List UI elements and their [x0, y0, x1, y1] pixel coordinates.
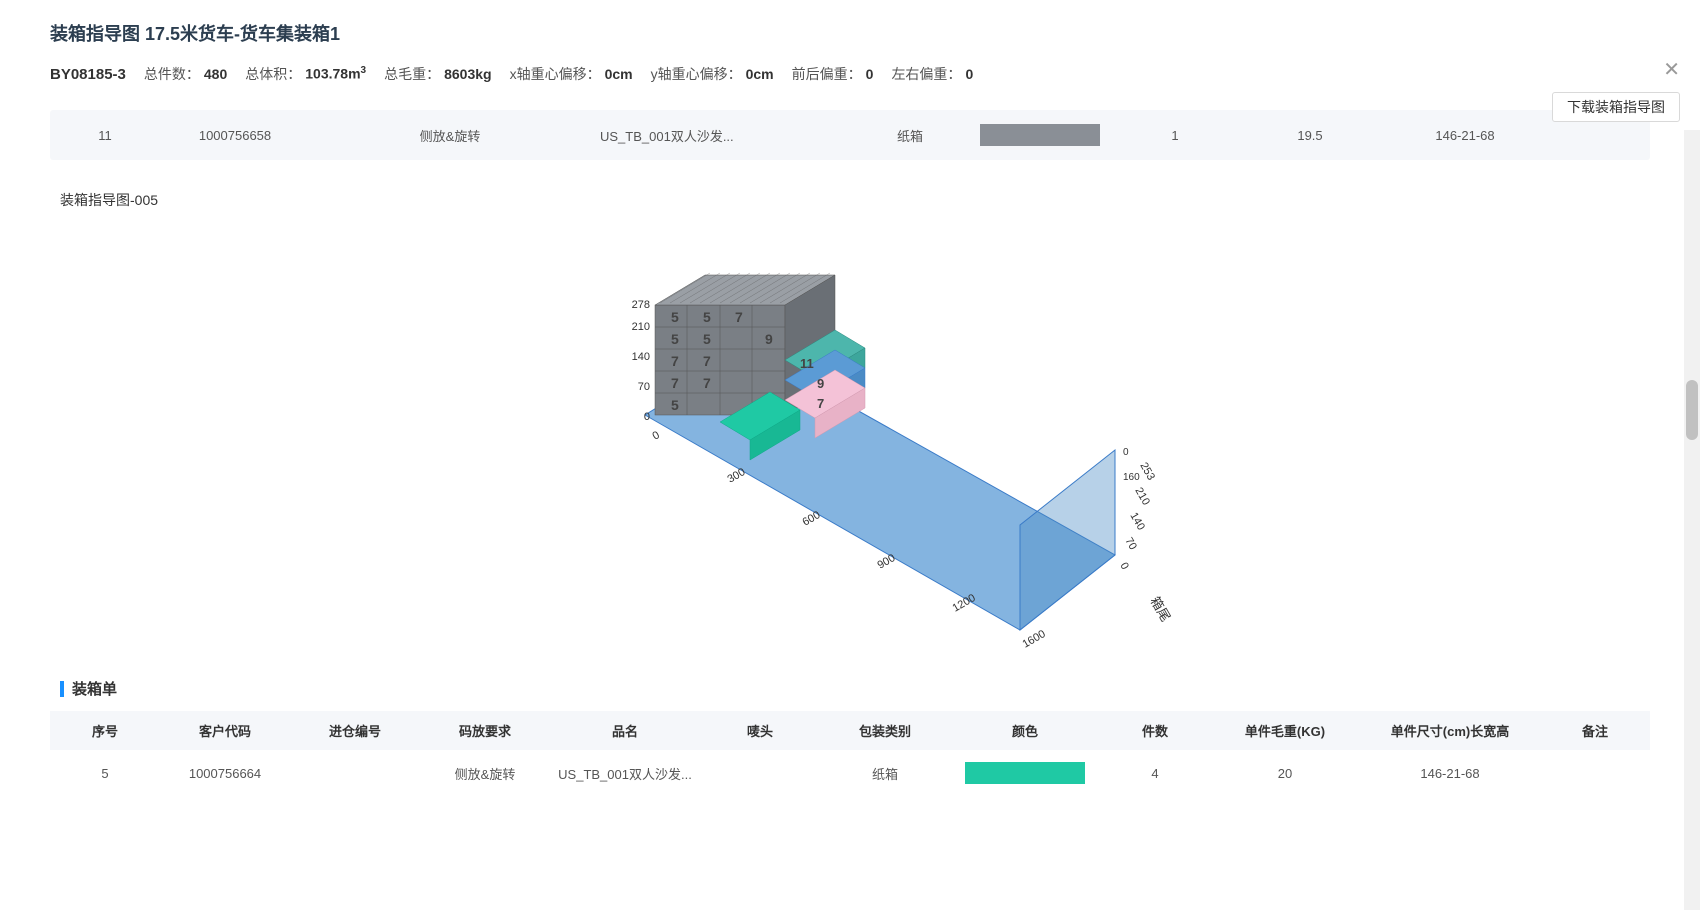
svg-text:253: 253 — [1137, 461, 1157, 483]
prev-name: US_TB_001双人沙发... — [590, 126, 760, 145]
total-gw-label: 总毛重： — [384, 64, 440, 84]
color-swatch-cyan — [965, 762, 1085, 784]
table-row: 5 1000756664 侧放&旋转 US_TB_001双人沙发... 纸箱 4… — [50, 750, 1650, 796]
svg-text:5: 5 — [671, 397, 679, 413]
row-gw: 20 — [1210, 766, 1360, 781]
svg-text:0: 0 — [644, 411, 650, 423]
svg-text:7: 7 — [703, 353, 711, 369]
col-mark: 唛头 — [700, 721, 820, 740]
svg-text:7: 7 — [671, 353, 679, 369]
header-accent-bar — [60, 681, 64, 697]
document-id: BY08185-3 — [50, 66, 126, 83]
prev-pack: 纸箱 — [850, 126, 970, 145]
col-gw: 单件毛重(KG) — [1210, 721, 1360, 740]
z-axis: 0 70 140 210 253 箱尾 — [1117, 461, 1173, 625]
row-code: 1000756664 — [160, 766, 290, 781]
svg-text:9: 9 — [765, 331, 773, 347]
col-size: 单件尺寸(cm)长宽高 — [1360, 721, 1540, 740]
svg-text:5: 5 — [671, 309, 679, 325]
row-requirement: 侧放&旋转 — [420, 764, 550, 783]
page-title: 装箱指导图 17.5米货车-货车集装箱1 — [50, 20, 1650, 46]
container-3d-visualization[interactable]: 5 5 7 5 5 9 7 7 11 7 7 9 5 7 278 210 140… — [50, 210, 1650, 670]
col-pack: 包装类别 — [820, 721, 950, 740]
packing-list-header: 装箱单 — [60, 678, 1650, 699]
scrollbar-track[interactable] — [1684, 130, 1700, 910]
svg-text:5: 5 — [703, 309, 711, 325]
row-seq: 5 — [50, 766, 160, 781]
prev-size: 146-21-68 — [1380, 128, 1550, 143]
total-vol-value: 103.78m3 — [305, 65, 366, 82]
x-offset-label: x轴重心偏移： — [510, 64, 601, 84]
packing-list-title: 装箱单 — [72, 678, 117, 699]
y-offset-label: y轴重心偏移： — [651, 64, 742, 84]
svg-text:140: 140 — [1127, 511, 1147, 533]
svg-text:7: 7 — [817, 396, 824, 411]
col-code: 客户代码 — [160, 721, 290, 740]
svg-text:7: 7 — [735, 309, 743, 325]
total-gw-value: 8603kg — [444, 66, 491, 82]
svg-text:7: 7 — [703, 375, 711, 391]
z-axis-right: 0 160 — [1123, 447, 1140, 483]
prev-code: 1000756658 — [160, 128, 310, 143]
col-requirement: 码放要求 — [420, 721, 550, 740]
total-qty-value: 480 — [204, 66, 227, 82]
col-warehouse: 进仓编号 — [290, 721, 420, 740]
fb-bias-label: 前后偏重： — [792, 64, 862, 84]
svg-text:70: 70 — [638, 381, 650, 393]
svg-text:140: 140 — [632, 351, 650, 363]
svg-text:7: 7 — [671, 375, 679, 391]
col-note: 备注 — [1540, 721, 1650, 740]
row-qty: 4 — [1100, 766, 1210, 781]
row-size: 146-21-68 — [1360, 766, 1540, 781]
svg-text:210: 210 — [1132, 486, 1152, 508]
scrollbar-thumb[interactable] — [1686, 380, 1698, 440]
y-axis: 278 210 140 70 0 — [632, 299, 650, 423]
row-name: US_TB_001双人沙发... — [550, 764, 700, 783]
svg-text:0: 0 — [1117, 561, 1130, 572]
prev-seq: 11 — [50, 128, 160, 143]
svg-text:11: 11 — [800, 356, 814, 371]
y-offset-value: 0cm — [746, 66, 774, 82]
svg-text:1600: 1600 — [1021, 628, 1048, 650]
total-vol-label: 总体积： — [245, 64, 301, 84]
svg-text:9: 9 — [817, 376, 824, 391]
x-offset-value: 0cm — [605, 66, 633, 82]
section-label: 装箱指导图-005 — [60, 190, 1650, 210]
previous-table-row: 11 1000756658 侧放&旋转 US_TB_001双人沙发... 纸箱 … — [50, 110, 1650, 160]
svg-text:278: 278 — [632, 299, 650, 311]
svg-text:0: 0 — [1123, 447, 1129, 458]
svg-text:箱尾: 箱尾 — [1147, 594, 1173, 624]
row-pack: 纸箱 — [820, 764, 950, 783]
table-header-row: 序号 客户代码 进仓编号 码放要求 品名 唛头 包装类别 颜色 件数 单件毛重(… — [50, 711, 1650, 750]
svg-text:70: 70 — [1122, 536, 1139, 553]
svg-text:0: 0 — [651, 429, 662, 442]
prev-color — [970, 124, 1110, 146]
prev-req: 侧放&旋转 — [310, 126, 590, 145]
col-color: 颜色 — [950, 721, 1100, 740]
col-qty: 件数 — [1100, 721, 1210, 740]
col-seq: 序号 — [50, 721, 160, 740]
col-name: 品名 — [550, 721, 700, 740]
svg-text:1200: 1200 — [951, 592, 978, 615]
svg-text:210: 210 — [632, 321, 650, 333]
prev-gw: 19.5 — [1240, 128, 1380, 143]
lr-bias-label: 左右偏重： — [891, 64, 961, 84]
svg-text:5: 5 — [703, 331, 711, 347]
container-wall — [1020, 450, 1115, 630]
close-icon[interactable]: ✕ — [1663, 60, 1680, 80]
prev-qty: 1 — [1110, 128, 1240, 143]
fb-bias-value: 0 — [866, 66, 874, 82]
color-swatch-gray — [980, 124, 1100, 146]
svg-text:5: 5 — [671, 331, 679, 347]
summary-row: BY08185-3 总件数： 480 总体积： 103.78m3 总毛重： 86… — [50, 64, 1650, 84]
svg-text:160: 160 — [1123, 472, 1140, 483]
total-qty-label: 总件数： — [144, 64, 200, 84]
lr-bias-value: 0 — [965, 66, 973, 82]
download-button[interactable]: 下载装箱指导图 — [1552, 92, 1680, 122]
row-color — [950, 762, 1100, 784]
